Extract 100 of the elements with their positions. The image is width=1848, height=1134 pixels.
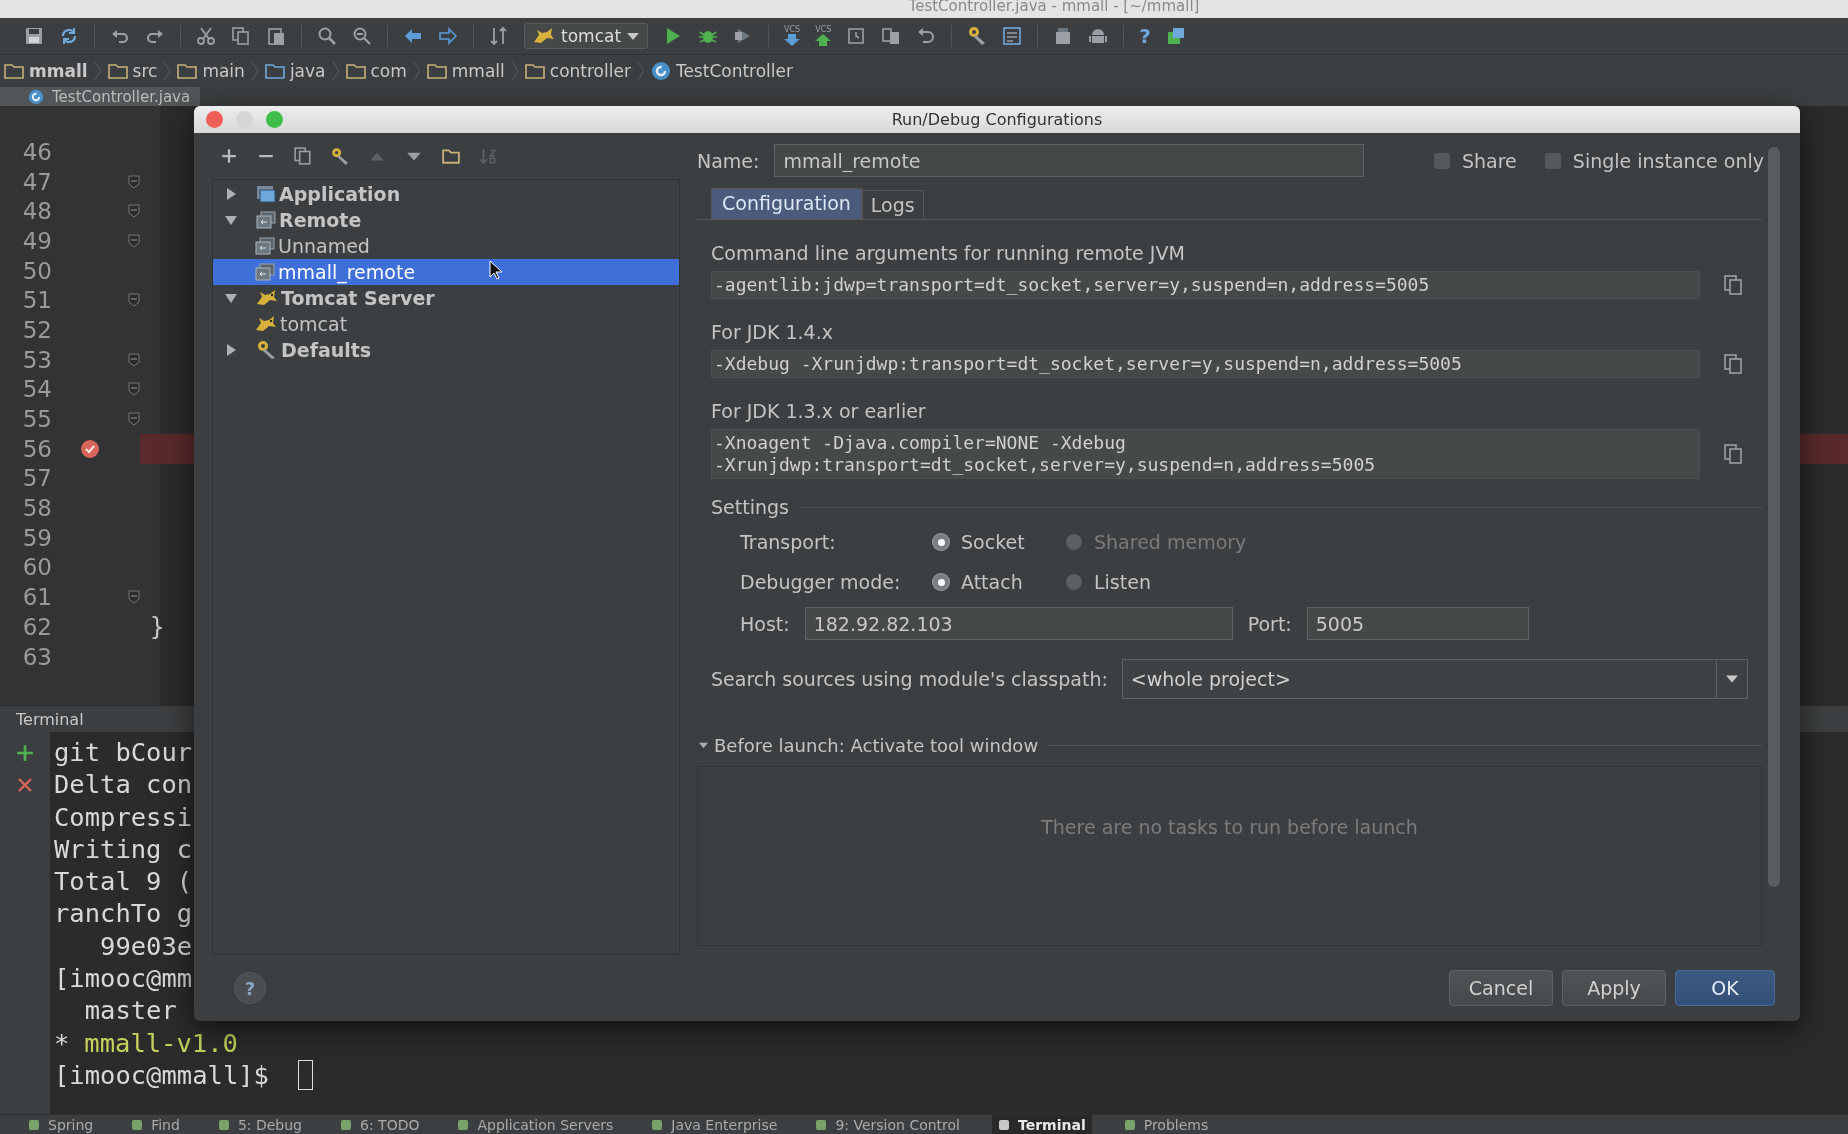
- search-icon[interactable]: [317, 26, 337, 46]
- section-toggle[interactable]: Before launch: Activate tool window: [699, 734, 1039, 756]
- scrollbar[interactable]: [1768, 147, 1780, 887]
- host-field[interactable]: 182.92.82.103: [804, 607, 1233, 640]
- dialog-button[interactable]: Apply: [1562, 970, 1666, 1006]
- tree-item[interactable]: Application: [213, 181, 679, 207]
- revert-icon[interactable]: [916, 26, 937, 46]
- breadcrumb-item[interactable]: mmall: [426, 61, 505, 81]
- help-button[interactable]: ?: [234, 972, 266, 1004]
- tree-item[interactable]: Remote: [213, 207, 679, 233]
- paste-icon[interactable]: [266, 26, 286, 46]
- folder-icon: [426, 63, 447, 79]
- line-number: 51: [21, 287, 52, 314]
- breadcrumb-item[interactable]: main: [177, 61, 245, 81]
- tool-window-icon: [131, 1118, 144, 1131]
- breadcrumb-item[interactable]: mmall: [4, 61, 88, 81]
- tree-item[interactable]: Tomcat Server: [213, 285, 679, 311]
- breadcrumb-item[interactable]: src: [107, 61, 158, 81]
- tree-item[interactable]: Unnamed: [213, 233, 679, 259]
- window-layout-icon[interactable]: [1165, 26, 1186, 46]
- collapsed-arrow-icon[interactable]: [225, 188, 237, 200]
- breadcrumb-item[interactable]: com: [345, 61, 407, 81]
- checkbox[interactable]: Single instance only: [1544, 149, 1764, 172]
- copy-icon[interactable]: [231, 26, 251, 46]
- tool-window-tab[interactable]: 6: TODO: [334, 1115, 426, 1134]
- expanded-arrow-icon[interactable]: [225, 214, 237, 226]
- tree-item[interactable]: mmall_remote: [213, 259, 679, 285]
- dialog-button[interactable]: OK: [1675, 970, 1775, 1006]
- tab[interactable]: Logs: [861, 190, 924, 219]
- fold-marker-icon[interactable]: [128, 293, 140, 308]
- breadcrumb-item[interactable]: TestController: [650, 61, 793, 81]
- breadcrumb-item[interactable]: java: [264, 61, 326, 81]
- run-configuration-dropdown[interactable]: tomcat: [524, 23, 649, 49]
- help-button[interactable]: ?: [1139, 24, 1151, 48]
- plus-icon[interactable]: [16, 744, 34, 762]
- port-field[interactable]: 5005: [1306, 607, 1529, 640]
- tool-window-icon: [28, 1118, 40, 1131]
- arguments-field[interactable]: -agentlib:jdwp=transport=dt_socket,server=y,suspend=n,address=5005: [711, 271, 1700, 299]
- copy-icon[interactable]: [294, 147, 312, 165]
- tool-window-tab[interactable]: Application Servers: [451, 1115, 620, 1134]
- expanded-arrow-icon[interactable]: [225, 292, 237, 304]
- radio-button[interactable]: Socket: [933, 531, 1066, 553]
- copy-icon[interactable]: [1724, 354, 1742, 374]
- fold-marker-icon[interactable]: [128, 204, 140, 219]
- vcs-update-button[interactable]: VCS: [784, 26, 801, 46]
- tool-window-tab[interactable]: Find: [125, 1115, 186, 1134]
- fold-marker-icon[interactable]: [128, 590, 140, 605]
- vcs-commit-button[interactable]: VCS: [815, 26, 832, 46]
- name-field[interactable]: mmall_remote: [774, 144, 1365, 177]
- fold-marker-icon[interactable]: [128, 382, 140, 397]
- sync-icon[interactable]: [59, 26, 79, 46]
- classpath-dropdown[interactable]: <whole project>: [1121, 659, 1748, 699]
- close-button[interactable]: [206, 111, 223, 128]
- add-icon[interactable]: [220, 147, 238, 165]
- tool-window-tab[interactable]: 5: Debug: [211, 1115, 308, 1134]
- fold-marker-icon[interactable]: [128, 174, 140, 189]
- tool-window-tab[interactable]: Problems: [1117, 1115, 1215, 1134]
- stacked-windows-icon: [255, 263, 275, 281]
- folder-icon: [345, 63, 366, 79]
- replace-icon[interactable]: [352, 26, 372, 46]
- folder-icon[interactable]: [442, 147, 460, 165]
- fold-marker-icon[interactable]: [128, 352, 140, 367]
- copy-icon[interactable]: [1724, 275, 1742, 295]
- arguments-field[interactable]: -Xnoagent -Djava.compiler=NONE -Xdebug -Xrunjdwp:transport=dt_socket,server=y,suspend=n,address=5005: [711, 429, 1700, 479]
- stacked-windows-icon: [255, 237, 275, 255]
- tool-window-tab[interactable]: 9: Version Control: [809, 1115, 966, 1134]
- checkbox[interactable]: Share: [1434, 149, 1517, 172]
- tool-window-tab[interactable]: Terminal: [992, 1115, 1092, 1134]
- fold-marker-icon[interactable]: [128, 412, 140, 427]
- sort-arrows-icon[interactable]: [489, 26, 509, 46]
- save-icon[interactable]: [24, 26, 44, 46]
- project-structure-icon[interactable]: [1002, 26, 1023, 46]
- terminal-line: git bCour: [54, 736, 193, 769]
- tree-item[interactable]: Defaults: [213, 337, 679, 363]
- breadcrumb-item[interactable]: controller: [524, 61, 631, 81]
- chevron-icon: [636, 61, 645, 81]
- tree-item[interactable]: tomcat: [213, 311, 679, 337]
- cut-icon[interactable]: [196, 26, 216, 46]
- editor-tab[interactable]: TestController.java: [0, 87, 201, 106]
- tool-window-icon: [1123, 1118, 1136, 1131]
- tab[interactable]: Configuration: [711, 188, 862, 219]
- collapsed-arrow-icon[interactable]: [225, 344, 237, 356]
- tool-window-tab[interactable]: Java Enterprise: [645, 1115, 784, 1134]
- radio-button[interactable]: Listen: [1066, 571, 1199, 593]
- copy-icon[interactable]: [1724, 444, 1742, 464]
- compare-icon[interactable]: [881, 26, 902, 46]
- chevron-icon: [412, 61, 421, 81]
- history-icon[interactable]: [846, 26, 867, 46]
- section-title: Settings: [711, 496, 789, 518]
- fold-marker-icon[interactable]: [128, 233, 140, 248]
- close-icon[interactable]: [17, 777, 33, 793]
- tool-window-icon: [651, 1118, 664, 1131]
- arguments-field[interactable]: -Xdebug -Xrunjdwp:transport=dt_socket,server=y,suspend=n,address=5005: [711, 350, 1700, 378]
- field-label: Debugger mode:: [740, 571, 902, 593]
- forward-arrow-icon[interactable]: [438, 26, 458, 46]
- dialog-button[interactable]: Cancel: [1449, 970, 1553, 1006]
- tool-window-tab[interactable]: Spring: [22, 1115, 100, 1134]
- radio-button[interactable]: Attach: [933, 571, 1066, 593]
- settings-icon[interactable]: [331, 147, 349, 165]
- breakpoint-icon[interactable]: [80, 438, 100, 459]
